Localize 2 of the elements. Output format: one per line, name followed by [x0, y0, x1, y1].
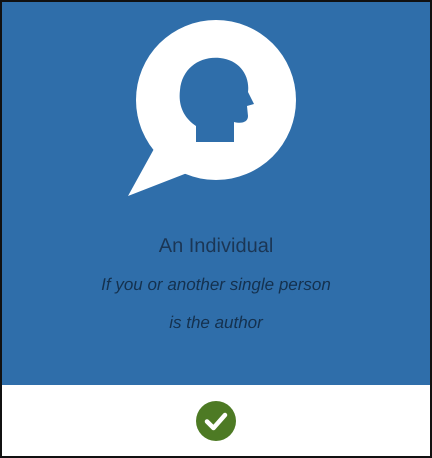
option-description: If you or another single person is the author: [101, 274, 331, 334]
option-title: An Individual: [158, 235, 274, 258]
